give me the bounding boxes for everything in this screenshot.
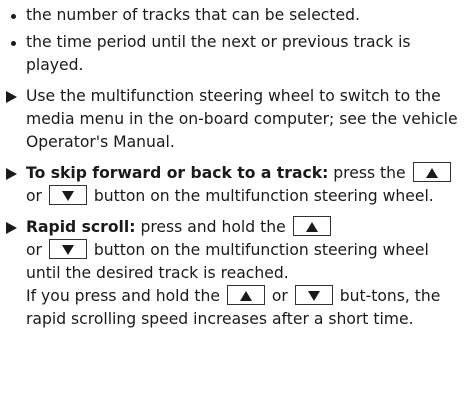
step-heading: To skip forward or back to a track:	[26, 164, 329, 182]
bullet-text: the time period until the next or previo…	[26, 33, 411, 74]
step-text: press the	[328, 164, 411, 182]
down-arrow-button-icon	[294, 285, 333, 305]
up-arrow-button-icon	[226, 285, 265, 305]
manual-page: the number of tracks that can be selecte…	[0, 0, 471, 410]
step-heading: Rapid scroll:	[26, 218, 136, 236]
step-text: If you press and hold the	[26, 287, 225, 305]
step-arrow-icon	[6, 222, 17, 234]
down-arrow-button-icon	[48, 239, 87, 259]
up-arrow-button-icon	[292, 216, 331, 236]
bullet-item-tracks: the number of tracks that can be selecte…	[6, 4, 465, 27]
bullet-text: the number of tracks that can be selecte…	[26, 6, 360, 24]
step-arrow-icon	[6, 91, 17, 103]
step-text: or	[266, 287, 293, 305]
step-text: or	[26, 187, 47, 205]
step-skip-track: To skip forward or back to a track: pres…	[6, 162, 465, 208]
step-switch-media-menu: Use the multifunction steering wheel to …	[6, 85, 465, 154]
bullet-item-time-period: the time period until the next or previo…	[6, 31, 465, 77]
bullet-dot-icon	[11, 14, 16, 19]
step-text: or	[26, 241, 47, 259]
step-text: Use the multifunction steering wheel to …	[26, 87, 458, 151]
up-arrow-button-icon	[412, 162, 451, 182]
step-text: press and hold the	[135, 218, 291, 236]
bullet-dot-icon	[11, 41, 16, 46]
step-rapid-scroll: Rapid scroll: press and hold the or butt…	[6, 216, 465, 331]
down-arrow-button-icon	[48, 185, 87, 205]
step-arrow-icon	[6, 168, 17, 180]
step-text: button on the multifunction steering whe…	[88, 187, 434, 205]
